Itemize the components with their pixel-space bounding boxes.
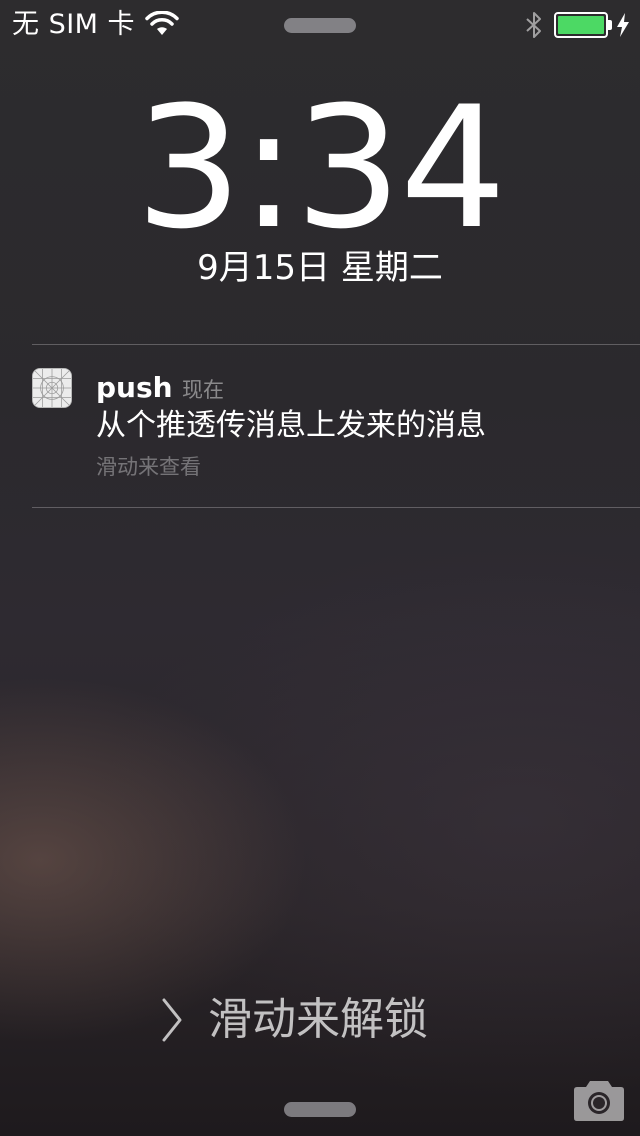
unlock-label: 滑动来解锁 xyxy=(208,994,428,1045)
battery-fill xyxy=(558,16,604,34)
wifi-icon xyxy=(145,11,179,35)
app-placeholder-icon xyxy=(32,368,72,408)
lock-clock: 3:34 xyxy=(0,78,640,258)
lock-date: 9月15日 星期二 xyxy=(197,248,443,288)
bluetooth-icon xyxy=(526,12,541,38)
status-bar: 无 SIM 卡 xyxy=(0,0,640,50)
push-notification[interactable]: push 现在 从个推透传消息上发来的消息 滑动来查看 xyxy=(0,346,640,506)
control-center-grabber[interactable] xyxy=(284,1102,356,1117)
camera-icon[interactable] xyxy=(570,1078,628,1124)
notification-divider-top xyxy=(32,344,640,345)
chevron-right-icon xyxy=(162,998,182,1042)
notification-center-grabber[interactable] xyxy=(284,18,356,33)
notification-time: 现在 xyxy=(182,378,224,402)
notification-action-hint: 滑动来查看 xyxy=(96,455,201,479)
notification-message: 从个推透传消息上发来的消息 xyxy=(96,408,486,443)
notification-divider-bottom xyxy=(32,507,640,508)
clock-time: 3:34 xyxy=(135,70,506,266)
notification-app-name: push xyxy=(96,371,173,404)
carrier-label: 无 SIM 卡 xyxy=(12,9,136,40)
charging-bolt-icon xyxy=(617,13,629,37)
battery-indicator xyxy=(554,12,612,38)
